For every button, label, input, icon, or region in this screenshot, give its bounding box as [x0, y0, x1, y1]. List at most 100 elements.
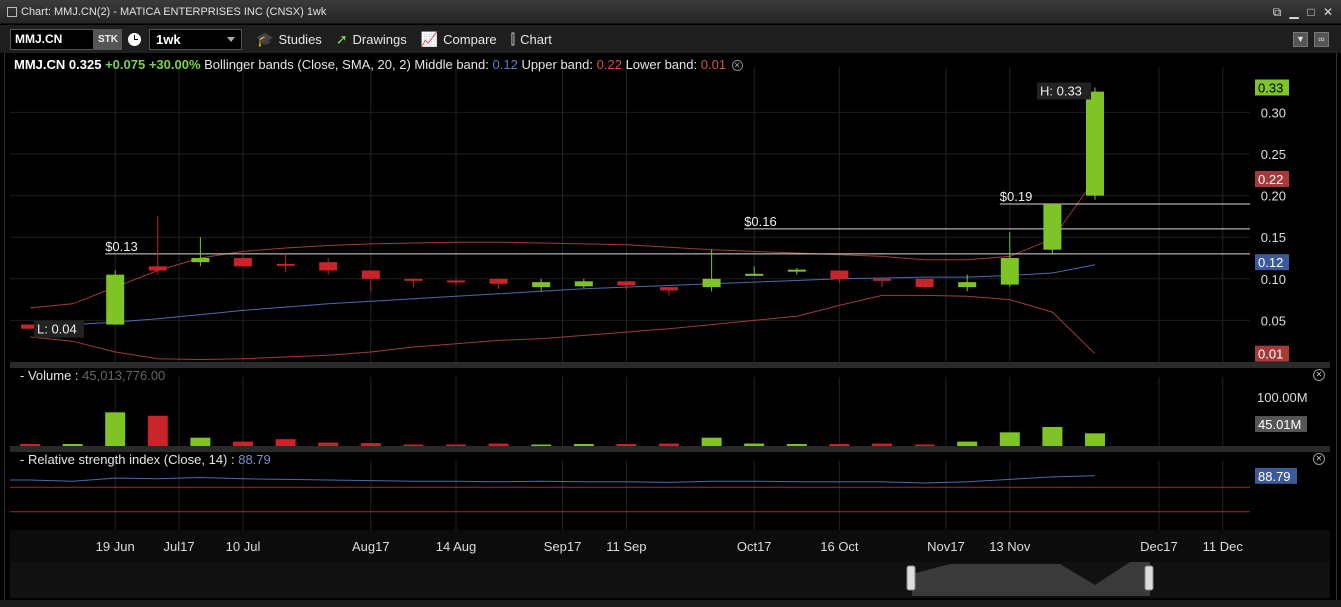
- candle-body[interactable]: [404, 278, 423, 281]
- compare-label: Compare: [443, 31, 497, 47]
- volume-bar[interactable]: [531, 444, 552, 446]
- candle-body[interactable]: [1086, 91, 1104, 196]
- volume-bar[interactable]: [105, 412, 126, 446]
- chevron-down-icon: [227, 36, 235, 42]
- volume-bar[interactable]: [446, 444, 466, 446]
- candlestick-icon: ⫿: [510, 30, 516, 47]
- price-axis-tick-label: 0.20: [1261, 189, 1286, 204]
- volume-bar[interactable]: [233, 441, 253, 446]
- volume-bar[interactable]: [275, 439, 296, 446]
- candle-body[interactable]: [447, 280, 465, 283]
- price-header: MMJ.CN 0.325 +0.075 +30.00% Bollinger ba…: [14, 57, 743, 72]
- candle-body[interactable]: [958, 282, 977, 288]
- volume-bar[interactable]: [914, 444, 935, 446]
- line-chart-icon: 📈: [420, 30, 439, 47]
- rsi-value: 88.79: [238, 452, 271, 467]
- high-label: H: 0.33: [1040, 83, 1082, 98]
- candle-body[interactable]: [702, 278, 721, 288]
- volume-bar[interactable]: [1042, 426, 1063, 446]
- minimize-icon[interactable]: ▁: [1287, 5, 1301, 19]
- close-volume-panel-icon[interactable]: ✕: [1313, 369, 1325, 381]
- volume-bar[interactable]: [616, 444, 637, 446]
- chart-label: Chart: [520, 31, 552, 47]
- candle-body[interactable]: [319, 262, 338, 271]
- volume-bar[interactable]: [957, 441, 978, 446]
- rsi-panel-label: - Relative strength index (Close, 14) : …: [20, 452, 271, 467]
- volume-bar[interactable]: [62, 444, 83, 446]
- drawings-button[interactable]: ➚ Drawings: [336, 31, 407, 48]
- volume-bar[interactable]: [190, 437, 211, 446]
- candle-body[interactable]: [361, 270, 380, 279]
- graduation-cap-icon: 🎓: [256, 30, 274, 47]
- right-border: [1336, 53, 1337, 607]
- navigator-left-handle[interactable]: [906, 565, 916, 591]
- volume-bar[interactable]: [872, 443, 892, 446]
- volume-bar[interactable]: [360, 443, 381, 446]
- close-icon[interactable]: ✕: [1321, 5, 1335, 19]
- window-title: Chart: MMJ.CN(2) - MATICA ENTERPRISES IN…: [21, 5, 327, 18]
- panel-divider[interactable]: [10, 362, 1330, 368]
- candle-body[interactable]: [574, 281, 593, 287]
- studies-button[interactable]: 🎓 Studies: [256, 31, 322, 48]
- candle-body[interactable]: [787, 269, 806, 272]
- drawings-label: Drawings: [352, 31, 407, 47]
- x-axis-tick-label: Sep17: [544, 539, 582, 554]
- symbol-input[interactable]: [10, 28, 94, 50]
- chart-canvas[interactable]: $0.13 $0.16 $0.19 H: 0.33 L: 0.04 19 Jun Jul…: [0, 0, 1341, 607]
- x-axis-tick-label: Nov17: [927, 539, 965, 554]
- x-axis-tick-label: 14 Aug: [436, 539, 477, 554]
- volume-bar[interactable]: [701, 437, 722, 446]
- volume-label: - Volume: [20, 368, 72, 383]
- close-rsi-panel-icon[interactable]: ✕: [1313, 453, 1325, 465]
- volume-bar[interactable]: [573, 444, 594, 446]
- dropdown-menu-icon[interactable]: ▼: [1293, 31, 1308, 47]
- navigator-right-handle[interactable]: [1144, 565, 1154, 591]
- candle-body[interactable]: [660, 287, 678, 291]
- clock-icon: [128, 32, 141, 46]
- window-icon: [7, 6, 17, 17]
- link-icon[interactable]: ∞: [1314, 31, 1329, 47]
- compare-button[interactable]: 📈 Compare: [421, 31, 497, 48]
- candle-body[interactable]: [532, 282, 551, 288]
- volume-axis-label: 100.00M: [1257, 390, 1308, 405]
- volume-bar[interactable]: [744, 443, 765, 446]
- candle-body[interactable]: [1043, 203, 1062, 250]
- remove-study-icon[interactable]: ✕: [731, 60, 743, 72]
- chart-button[interactable]: ⫿ Chart: [511, 31, 552, 48]
- candle-body[interactable]: [617, 281, 636, 286]
- price-axis-tick-label: 0.10: [1261, 272, 1286, 287]
- volume-bar[interactable]: [147, 415, 168, 446]
- price-level-label: $0.13: [105, 239, 138, 254]
- candle-body[interactable]: [830, 270, 849, 279]
- period-select[interactable]: 1wk: [149, 28, 242, 50]
- volume-bar[interactable]: [20, 444, 40, 446]
- candle-body[interactable]: [106, 274, 125, 325]
- candle-body[interactable]: [915, 278, 934, 288]
- candle-body[interactable]: [234, 258, 252, 267]
- volume-bar[interactable]: [403, 444, 424, 446]
- volume-bar[interactable]: [786, 444, 807, 446]
- volume-bar[interactable]: [318, 442, 339, 446]
- volume-bar[interactable]: [1085, 433, 1105, 446]
- candle-body[interactable]: [148, 266, 167, 271]
- volume-bar[interactable]: [829, 444, 850, 446]
- candle-body[interactable]: [745, 273, 764, 276]
- volume-bar[interactable]: [999, 432, 1020, 446]
- candle-body[interactable]: [191, 258, 210, 263]
- volume-bar[interactable]: [659, 443, 679, 446]
- x-axis-tick-label: 16 Oct: [820, 539, 859, 554]
- candle-body[interactable]: [873, 278, 891, 281]
- candle-body[interactable]: [1000, 258, 1019, 285]
- volume-bar[interactable]: [488, 443, 509, 446]
- x-axis-tick-label: 11 Sep: [606, 539, 646, 554]
- candle-body[interactable]: [276, 263, 295, 266]
- header-symbol: MMJ.CN: [14, 57, 66, 72]
- x-axis-tick-label: 19 Jun: [96, 539, 135, 554]
- lower-band-value: 0.01: [700, 57, 727, 72]
- popout-icon[interactable]: ⧉: [1270, 5, 1284, 19]
- rsi-badge-label: 88.79: [1258, 469, 1291, 484]
- studies-label: Studies: [278, 31, 322, 47]
- security-type-badge[interactable]: STK: [94, 28, 122, 50]
- maximize-icon[interactable]: □: [1304, 5, 1318, 19]
- candle-body[interactable]: [489, 278, 508, 284]
